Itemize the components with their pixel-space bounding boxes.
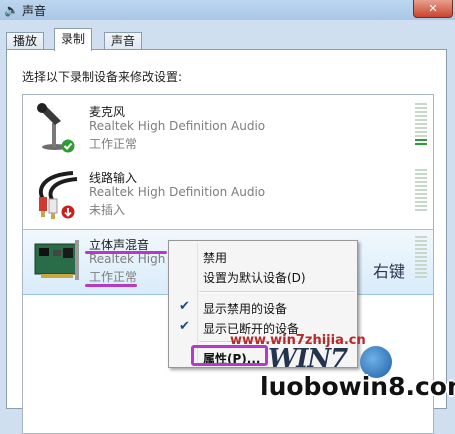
menu-item-label: 禁用: [203, 251, 228, 265]
checkmark-icon: ✔: [179, 319, 190, 334]
speaker-icon: 🔈: [4, 3, 19, 17]
check-badge-icon: [61, 139, 75, 153]
menu-item-label: 设置为默认设备(D): [203, 271, 306, 285]
menu-separator: [199, 291, 355, 293]
device-status: 未插入: [89, 203, 126, 217]
checkmark-icon: ✔: [179, 299, 190, 314]
device-driver: Realtek High: [89, 252, 166, 266]
title-bar: 🔈 声音 ✕: [0, 0, 455, 20]
menu-item-show-disabled[interactable]: ✔ 显示禁用的设备: [169, 296, 357, 318]
menu-item-label: 显示禁用的设备: [203, 302, 288, 316]
device-driver: Realtek High Definition Audio: [89, 119, 266, 133]
annotation-underline: [85, 284, 137, 287]
level-meter: [415, 236, 427, 284]
level-meter: [415, 169, 427, 217]
unplugged-badge-icon: [61, 205, 75, 219]
device-driver: Realtek High Definition Audio: [89, 185, 266, 199]
close-button[interactable]: ✕: [413, 0, 453, 18]
device-status: 工作正常: [89, 270, 138, 284]
instruction-text: 选择以下录制设备来修改设置:: [22, 70, 183, 84]
tab-playback[interactable]: 播放: [6, 32, 45, 50]
device-name: 线路输入: [89, 171, 138, 185]
annotation-underline: [85, 251, 167, 254]
device-status: 工作正常: [89, 137, 138, 151]
properties-highlight: [191, 345, 268, 366]
device-item-line-in[interactable]: 线路输入 Realtek High Definition Audio 未插入: [23, 163, 433, 227]
annotation-right-click: 右键: [373, 262, 406, 281]
watermark-logo-text: WIN7: [268, 344, 348, 374]
window-title: 声音: [22, 4, 47, 18]
level-meter: [415, 103, 427, 151]
watermark-site-2: luobowin8.com: [260, 372, 455, 401]
device-name: 麦克风: [89, 105, 126, 119]
menu-item-set-default[interactable]: 设置为默认设备(D): [169, 265, 357, 287]
tab-sounds[interactable]: 声音: [104, 32, 143, 50]
sound-card-icon: [34, 240, 79, 280]
tab-recording[interactable]: 录制: [54, 28, 93, 51]
menu-item-disable[interactable]: 禁用: [169, 245, 357, 267]
device-item-microphone[interactable]: 麦克风 Realtek High Definition Audio 工作正常: [23, 97, 433, 161]
